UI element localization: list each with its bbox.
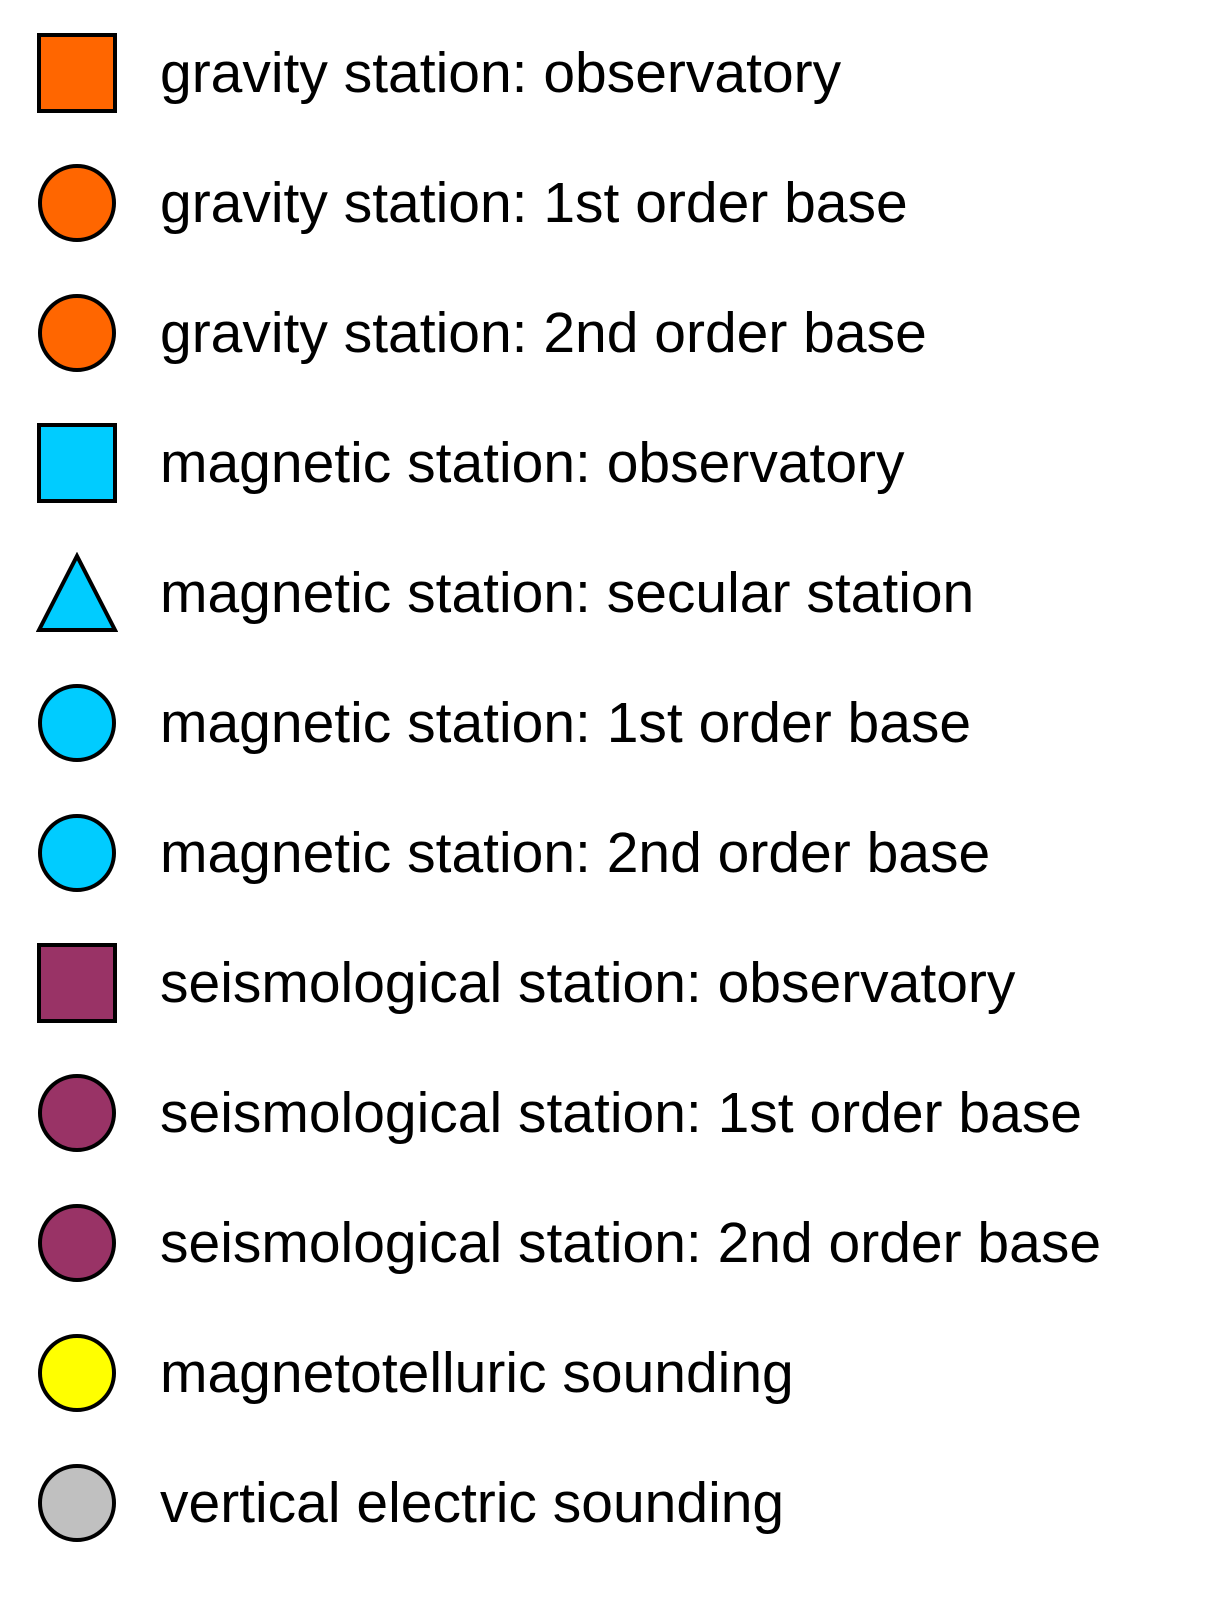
cyan-circle-icon [38, 684, 116, 762]
orange-square-icon [37, 33, 117, 113]
gray-circle-icon [38, 1464, 116, 1542]
symbol-legend: gravity station: observatory gravity sta… [0, 0, 1230, 1620]
cyan-square-icon [37, 423, 117, 503]
legend-item: seismological station: 2nd order base [0, 1178, 1230, 1308]
legend-item: magnetic station: secular station [0, 528, 1230, 658]
orange-circle-icon [38, 294, 116, 372]
circle-marker [38, 294, 116, 372]
legend-item-label: seismological station: 2nd order base [160, 1211, 1102, 1275]
cyan-circle-icon [38, 814, 116, 892]
legend-item-label: gravity station: 2nd order base [160, 301, 927, 365]
legend-item-label: magnetotelluric sounding [160, 1341, 794, 1405]
circle-marker [38, 684, 116, 762]
square-marker [37, 943, 117, 1023]
legend-item-label: magnetic station: 1st order base [160, 691, 972, 755]
cyan-triangle-icon [36, 552, 118, 632]
yellow-circle-icon [38, 1334, 116, 1412]
legend-item-label: vertical electric sounding [160, 1471, 785, 1535]
legend-item-label: magnetic station: secular station [160, 561, 975, 625]
legend-item-label: gravity station: 1st order base [160, 171, 908, 235]
legend-item: seismological station: 1st order base [0, 1048, 1230, 1178]
legend-item: vertical electric sounding [0, 1438, 1230, 1568]
purple-circle-icon [38, 1074, 116, 1152]
legend-item-label: seismological station: observatory [160, 951, 1016, 1015]
legend-item-label: magnetic station: observatory [160, 431, 905, 495]
legend-item: gravity station: 1st order base [0, 138, 1230, 268]
legend-item: magnetotelluric sounding [0, 1308, 1230, 1438]
legend-item: seismological station: observatory [0, 918, 1230, 1048]
orange-circle-icon [38, 164, 116, 242]
legend-item: gravity station: observatory [0, 8, 1230, 138]
circle-marker [38, 1204, 116, 1282]
circle-marker [38, 164, 116, 242]
circle-marker [38, 814, 116, 892]
circle-marker [38, 1334, 116, 1412]
purple-circle-icon [38, 1204, 116, 1282]
legend-item: gravity station: 2nd order base [0, 268, 1230, 398]
legend-item-label: magnetic station: 2nd order base [160, 821, 991, 885]
legend-item: magnetic station: observatory [0, 398, 1230, 528]
legend-item: magnetic station: 1st order base [0, 658, 1230, 788]
circle-marker [38, 1464, 116, 1542]
square-marker [37, 423, 117, 503]
purple-square-icon [37, 943, 117, 1023]
legend-item-label: gravity station: observatory [160, 41, 842, 105]
legend-item-label: seismological station: 1st order base [160, 1081, 1082, 1145]
circle-marker [38, 1074, 116, 1152]
square-marker [37, 33, 117, 113]
triangle-marker [36, 552, 118, 632]
legend-item: magnetic station: 2nd order base [0, 788, 1230, 918]
